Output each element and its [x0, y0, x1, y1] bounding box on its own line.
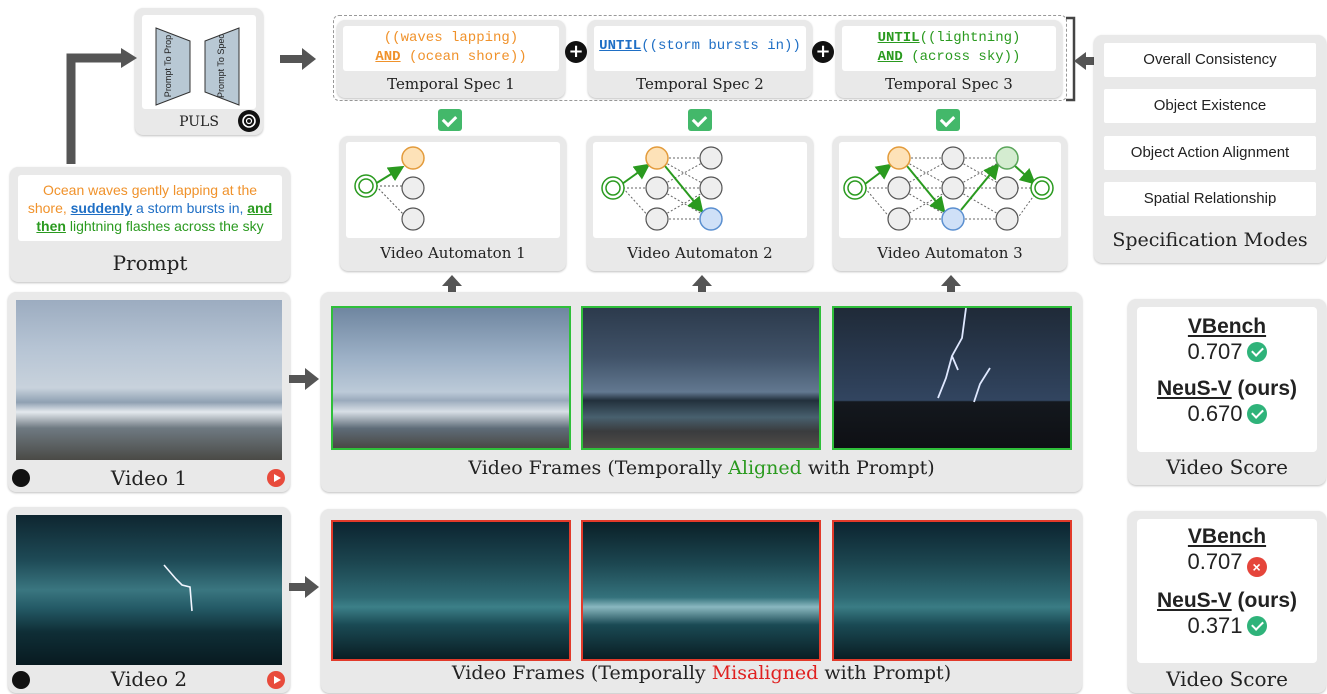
video-automaton-1: Video Automaton 1 [340, 136, 566, 271]
spec-1-keyword: AND [375, 49, 401, 65]
spec-1-caption: Temporal Spec 1 [387, 75, 515, 93]
video-1-caption: Video 1 [110, 466, 188, 490]
video-1-vbench-check-icon [1246, 342, 1267, 362]
spec-2-keyword: UNTIL [599, 38, 642, 54]
plus-icon: + [565, 41, 587, 63]
video-automaton-2: Video Automaton 2 [587, 136, 813, 271]
video-1-score-panel: VBench 0.707 NeuS-V (ours) 0.670 Video S… [1128, 299, 1326, 485]
automaton-3-caption: Video Automaton 3 [877, 244, 1023, 262]
automaton-3-graph [843, 146, 1054, 231]
openai-logo-icon [238, 110, 260, 132]
video-2-frame-1 [331, 520, 571, 661]
video-1-vbench-value: 0.707 [1187, 339, 1243, 364]
prompt-keyword-suddenly: suddenly [70, 200, 133, 216]
lightning-bolt-icon [937, 308, 991, 403]
video-2-vbench-cross-icon: × [1246, 557, 1267, 577]
video-2-neusv-value: 0.371 [1187, 613, 1243, 638]
video-1-neusv-label: NeuS-V [1156, 377, 1232, 400]
prompt-panel: Ocean waves gently lapping at the shore,… [10, 167, 290, 282]
prompt-keyword-then: then [36, 218, 66, 234]
spec-3-line-1: ((lightning) [919, 30, 1021, 46]
spec-3-check-icon [936, 109, 960, 131]
plus-icon: + [812, 41, 834, 63]
prompt-part-2: a storm bursts in, [136, 200, 244, 216]
video-1-neusv-suffix: (ours) [1237, 377, 1298, 400]
video-1-frames-panel: Video Frames (Temporally Aligned with Pr… [321, 292, 1082, 492]
temporal-spec-1: ((waves lapping) AND (ocean shore)) Temp… [337, 20, 565, 98]
mode-object-existence[interactable]: Object Existence [1104, 89, 1316, 123]
video-2-lightning-icon [163, 564, 193, 612]
spec-1-line-2: (ocean shore)) [409, 49, 527, 65]
video-2-frame-2 [581, 520, 821, 661]
puls-prop-label: Prompt To Prop [163, 35, 173, 97]
mode-overall-consistency[interactable]: Overall Consistency [1104, 43, 1316, 77]
video-2-caption: Video 2 [110, 667, 188, 691]
video-1-frame-3 [832, 306, 1072, 450]
video-2-frames-panel: Video Frames (Temporally Misaligned with… [321, 509, 1082, 693]
automaton-2-caption: Video Automaton 2 [627, 244, 773, 262]
spec-3-keyword: UNTIL [877, 30, 920, 46]
spec-2-line-1: ((storm bursts in)) [641, 38, 801, 54]
puls-panel: Prompt To Prop Prompt To Spec PULS [135, 8, 263, 135]
video-2-score-caption: Video Score [1166, 667, 1288, 691]
video-1-thumbnail [16, 300, 282, 460]
video-2-neusv-suffix: (ours) [1237, 589, 1298, 612]
temporal-spec-2: UNTIL((storm bursts in)) Temporal Spec 2 [588, 20, 812, 98]
puls-to-spec-arrow [280, 48, 316, 70]
video-2-play-icon[interactable] [267, 671, 285, 689]
automaton-2-graph [601, 146, 723, 231]
spec-1-line-1: ((waves lapping) [383, 30, 519, 46]
spec-3-line-2: (across sky)) [911, 49, 1021, 65]
mode-spatial-relationship[interactable]: Spatial Relationship [1104, 182, 1316, 216]
spec-2-caption: Temporal Spec 2 [636, 75, 764, 93]
video-2-neusv-label: NeuS-V [1156, 589, 1232, 612]
automaton-1-caption: Video Automaton 1 [380, 244, 526, 262]
prompt-keyword-and: and [247, 200, 273, 216]
video-1-score-caption: Video Score [1166, 455, 1288, 479]
video-1-frame-1 [331, 306, 571, 450]
spec-1-check-icon [438, 109, 462, 131]
video-2-thumbnail [16, 515, 282, 665]
video-2-score-panel: VBench 0.707 × NeuS-V (ours) 0.371 Video … [1128, 511, 1326, 693]
modes-caption: Specification Modes [1112, 229, 1308, 251]
video-1-neusv-value: 0.670 [1187, 401, 1243, 426]
puls-spec-label: Prompt To Spec [216, 34, 226, 98]
spec-3-keyword-2: AND [877, 49, 903, 65]
temporal-spec-3: UNTIL((lightning) AND (across sky)) Temp… [836, 20, 1062, 98]
video-1-panel[interactable]: Video 1 [8, 292, 290, 492]
video-2-vbench-label: VBench [1187, 525, 1267, 548]
mode-object-action-alignment[interactable]: Object Action Alignment [1104, 136, 1316, 170]
video-2-vbench-value: 0.707 [1187, 549, 1243, 574]
video-1-vbench-label: VBench [1187, 315, 1267, 338]
video-2-neusv-check-icon [1246, 616, 1267, 636]
video-2-to-frames-arrow [289, 576, 319, 598]
video-1-play-icon[interactable] [267, 469, 285, 487]
video-1-frames-caption: Video Frames (Temporally Aligned with Pr… [468, 457, 935, 479]
automaton-1-graph [354, 146, 425, 231]
video-2-frame-3 [832, 520, 1072, 661]
spec-3-caption: Temporal Spec 3 [885, 75, 1013, 93]
video-1-neusv-check-icon [1246, 404, 1267, 424]
video-automaton-3: Video Automaton 3 [833, 136, 1067, 271]
spec-2-check-icon [688, 109, 712, 131]
prompt-text: Ocean waves gently lapping at the shore,… [22, 181, 278, 235]
video-2-frames-caption: Video Frames (Temporally Misaligned with… [451, 662, 952, 684]
puls-trapezoids: Prompt To Prop Prompt To Spec [155, 27, 240, 106]
prompt-part-3: lightning flashes across the sky [69, 218, 264, 234]
prompt-caption: Prompt [112, 251, 188, 275]
video-1-frame-2 [581, 306, 821, 450]
prompt-to-puls-arrow [66, 48, 137, 164]
video-2-panel[interactable]: Video 2 [8, 507, 290, 693]
video-1-to-frames-arrow [289, 368, 319, 390]
